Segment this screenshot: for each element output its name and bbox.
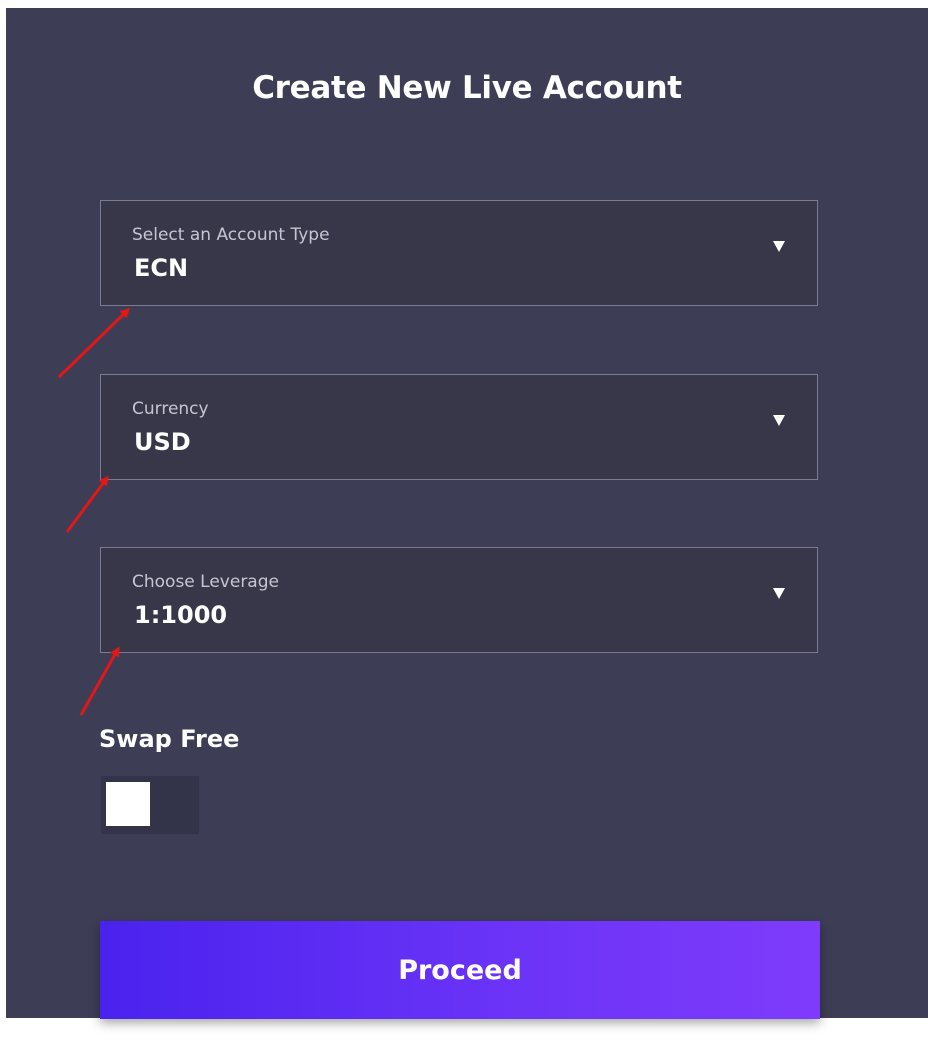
caret-down-icon (773, 415, 785, 426)
proceed-button[interactable]: Proceed (100, 921, 820, 1019)
swap-free-label: Swap Free (99, 725, 240, 753)
caret-down-icon (773, 588, 785, 599)
account-form-panel: Create New Live Account Select an Accoun… (6, 8, 928, 1019)
currency-select[interactable]: Currency USD (100, 374, 818, 480)
leverage-select[interactable]: Choose Leverage 1:1000 (100, 547, 818, 653)
leverage-value: 1:1000 (134, 601, 228, 629)
leverage-label: Choose Leverage (132, 572, 279, 592)
caret-down-icon (773, 241, 785, 252)
page-title: Create New Live Account (252, 70, 682, 106)
swap-free-toggle[interactable] (101, 776, 199, 834)
account-type-value: ECN (134, 254, 189, 282)
currency-label: Currency (132, 399, 209, 419)
currency-value: USD (134, 428, 191, 456)
account-type-select[interactable]: Select an Account Type ECN (100, 200, 818, 306)
account-type-label: Select an Account Type (132, 225, 330, 245)
toggle-knob (106, 782, 150, 826)
